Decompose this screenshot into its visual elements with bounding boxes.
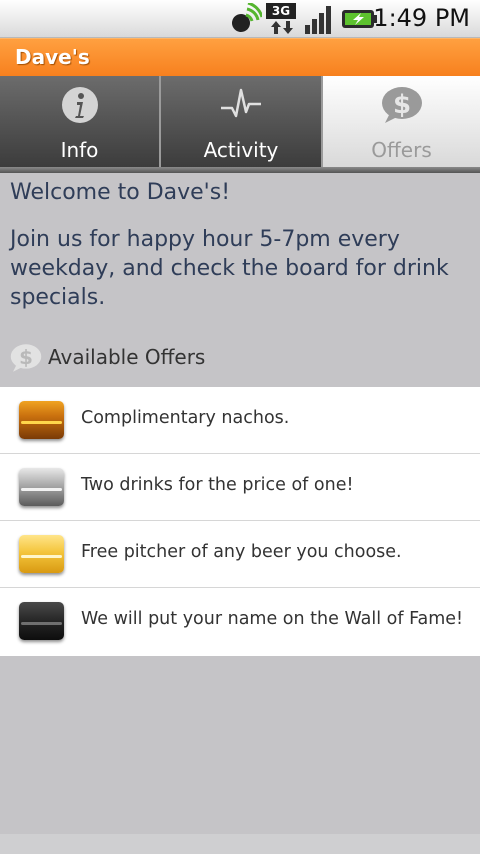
offer-text: We will put your name on the Wall of Fam…: [81, 609, 464, 629]
info-icon: [61, 87, 98, 123]
offer-list: Complimentary nachos. Two drinks for the…: [0, 387, 480, 656]
status-time: 1:49 PM: [373, 4, 470, 32]
app-title: Dave's: [15, 45, 90, 69]
intro-text: Join us for happy hour 5-7pm every weekd…: [10, 227, 449, 310]
tab-activity[interactable]: Activity: [161, 76, 323, 167]
signal-strength-icon: [305, 6, 331, 34]
dollar-icon: $: [10, 344, 42, 372]
offer-item[interactable]: Free pitcher of any beer you choose.: [0, 521, 480, 588]
offer-text: Two drinks for the price of one!: [81, 475, 354, 495]
offer-badge-gold: [19, 535, 64, 573]
offer-text: Complimentary nachos.: [81, 408, 290, 428]
dollar-icon: $: [381, 87, 422, 123]
tab-info-label: Info: [60, 138, 99, 162]
gps-satellite-icon: [232, 3, 262, 32]
tab-bar: Info Activity $ Offers: [0, 76, 480, 169]
svg-text:$: $: [392, 90, 410, 120]
bottom-strip: [0, 834, 480, 854]
offer-badge-silver: [19, 468, 64, 506]
network-type-label: 3G: [266, 3, 296, 19]
offer-item[interactable]: Two drinks for the price of one!: [0, 454, 480, 521]
tab-offers-label: Offers: [371, 138, 432, 162]
offer-badge-black: [19, 602, 64, 640]
offer-item[interactable]: We will put your name on the Wall of Fam…: [0, 588, 480, 656]
section-title: Available Offers: [48, 345, 206, 369]
offer-text: Free pitcher of any beer you choose.: [81, 542, 402, 562]
tab-activity-label: Activity: [203, 138, 279, 162]
offer-item[interactable]: Complimentary nachos.: [0, 387, 480, 454]
tab-bar-divider: [0, 167, 480, 173]
tab-offers[interactable]: $ Offers: [323, 76, 480, 167]
activity-pulse-icon: [221, 88, 261, 118]
3g-data-icon: 3G: [266, 3, 298, 35]
title-bar: Dave's: [0, 38, 480, 76]
battery-charging-icon: [342, 10, 377, 28]
welcome-heading: Welcome to Dave's!: [10, 180, 231, 205]
offer-badge-copper: [19, 401, 64, 439]
status-bar: 3G 1:49 PM: [0, 0, 480, 38]
tab-info[interactable]: Info: [0, 76, 161, 167]
svg-text:$: $: [19, 346, 33, 369]
